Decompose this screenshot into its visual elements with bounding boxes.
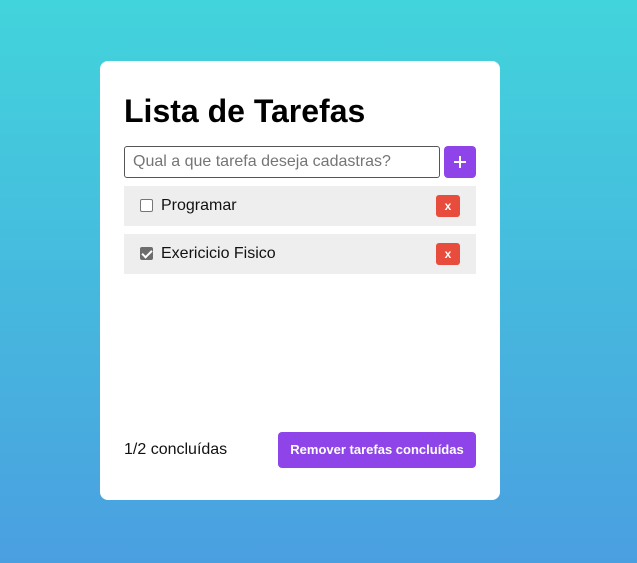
task-label: Exericicio Fisico	[161, 245, 276, 262]
task-label: Programar	[161, 197, 237, 214]
new-task-input[interactable]	[124, 146, 440, 178]
task-checkbox[interactable]	[140, 247, 153, 260]
list-item: Exericicio Fisico x	[124, 234, 476, 274]
add-task-button[interactable]	[444, 146, 476, 178]
todo-card: Lista de Tarefas Programar x Exericicio …	[100, 61, 500, 500]
remove-completed-button[interactable]: Remover tarefas concluídas	[278, 432, 476, 468]
add-task-form	[124, 146, 476, 178]
page-title: Lista de Tarefas	[124, 93, 366, 129]
completed-count: 1/2 concluídas	[124, 441, 228, 458]
task-checkbox[interactable]	[140, 199, 153, 212]
list-item: Programar x	[124, 186, 476, 226]
task-list: Programar x Exericicio Fisico x	[124, 186, 476, 282]
delete-task-button[interactable]: x	[436, 195, 460, 217]
delete-task-button[interactable]: x	[436, 243, 460, 265]
